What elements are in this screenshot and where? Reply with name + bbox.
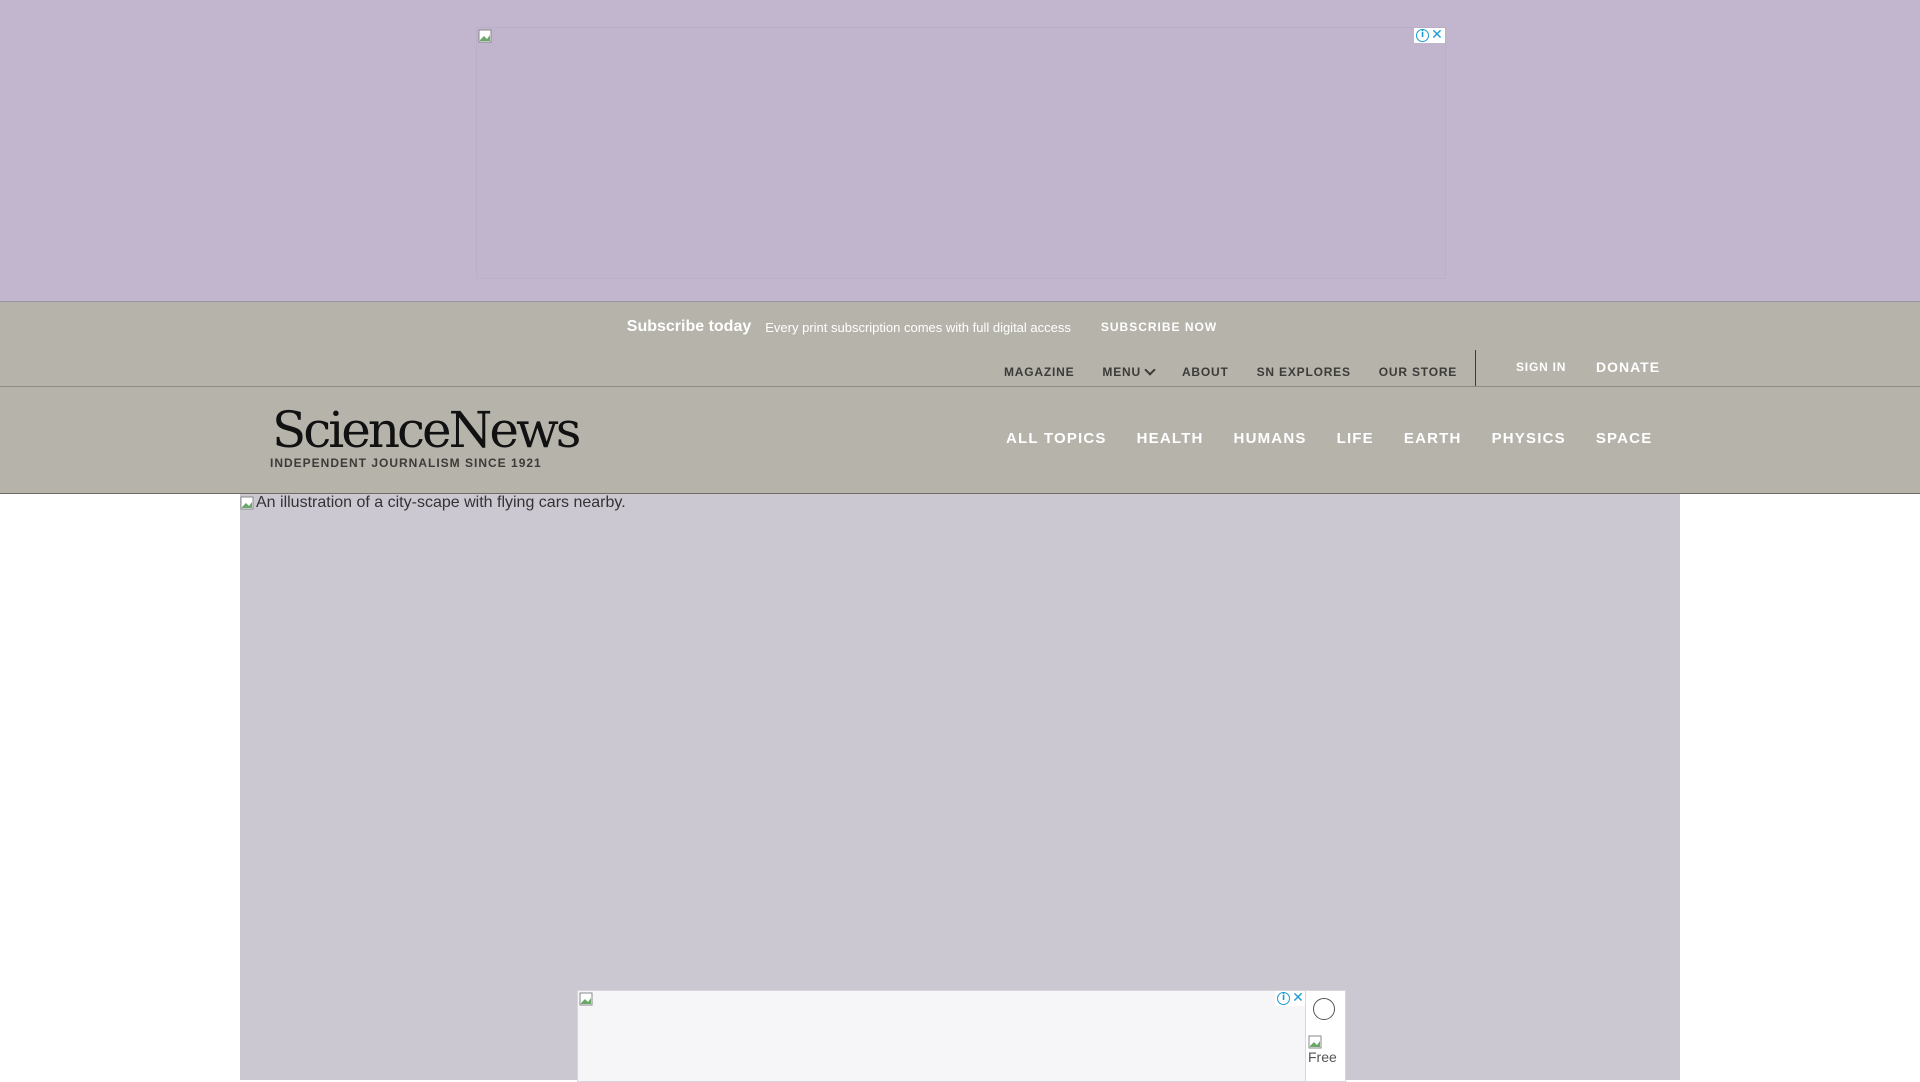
side-ad-image: Free xyxy=(1308,1035,1340,1065)
broken-image-icon xyxy=(240,496,254,510)
hero-alt-text: An illustration of a city-scape with fly… xyxy=(256,494,626,511)
hero-image-alt: An illustration of a city-scape with fly… xyxy=(240,494,626,512)
circle-icon[interactable] xyxy=(1313,998,1335,1020)
utility-nav-menu[interactable]: MENU xyxy=(1102,364,1156,379)
subscribe-bar: Subscribe today Every print subscription… xyxy=(0,302,1920,352)
menu-label: MENU xyxy=(1102,365,1141,379)
header-divider xyxy=(0,386,1920,387)
ad-choices[interactable]: i ✕ xyxy=(1275,991,1306,1006)
broken-image-icon xyxy=(478,29,492,43)
utility-nav-sn-explores[interactable]: SN EXPLORES xyxy=(1257,365,1351,379)
main-nav-space[interactable]: SPACE xyxy=(1596,430,1653,447)
subscribe-description: Every print subscription comes with full… xyxy=(765,319,1071,335)
top-ad-frame[interactable]: i ✕ xyxy=(476,27,1446,279)
utility-nav-about[interactable]: ABOUT xyxy=(1182,365,1229,379)
main-nav-earth[interactable]: EARTH xyxy=(1404,430,1462,447)
bottom-ad-side[interactable]: Free xyxy=(1305,990,1346,1082)
bottom-ad[interactable]: i ✕ xyxy=(577,990,1307,1082)
main-nav: ALL TOPICS HEALTH HUMANS LIFE EARTH PHYS… xyxy=(1006,430,1652,447)
ad-choices[interactable]: i ✕ xyxy=(1414,28,1445,43)
side-ad-alt-text: Free xyxy=(1308,1049,1337,1065)
ad-close-icon[interactable]: ✕ xyxy=(1292,991,1304,1005)
main-nav-all-topics[interactable]: ALL TOPICS xyxy=(1006,430,1107,447)
top-ad-band: i ✕ xyxy=(0,0,1920,302)
site-tagline: INDEPENDENT JOURNALISM SINCE 1921 xyxy=(270,456,542,470)
broken-image-icon xyxy=(1308,1035,1322,1049)
main-nav-humans[interactable]: HUMANS xyxy=(1234,430,1307,447)
utility-nav-magazine[interactable]: MAGAZINE xyxy=(1004,365,1074,379)
main-nav-health[interactable]: HEALTH xyxy=(1137,430,1204,447)
donate-link[interactable]: DONATE xyxy=(1596,359,1660,375)
ad-close-icon[interactable]: ✕ xyxy=(1431,28,1443,42)
utility-nav: MAGAZINE MENU ABOUT SN EXPLORES OUR STOR… xyxy=(1004,358,1485,386)
subscribe-title: Subscribe today xyxy=(626,318,752,335)
broken-image-icon xyxy=(579,992,593,1006)
main-nav-physics[interactable]: PHYSICS xyxy=(1492,430,1566,447)
chevron-down-icon xyxy=(1144,364,1156,376)
ad-info-icon[interactable]: i xyxy=(1277,992,1290,1005)
utility-nav-our-store[interactable]: OUR STORE xyxy=(1379,365,1457,379)
subscribe-now-button[interactable]: SUBSCRIBE NOW xyxy=(1101,320,1217,334)
ad-info-icon[interactable]: i xyxy=(1416,29,1429,42)
utility-divider xyxy=(1475,350,1476,386)
sign-in-link[interactable]: SIGN IN xyxy=(1516,360,1566,374)
main-nav-life[interactable]: LIFE xyxy=(1337,430,1374,447)
site-logo[interactable]: ScienceNews xyxy=(272,400,581,460)
